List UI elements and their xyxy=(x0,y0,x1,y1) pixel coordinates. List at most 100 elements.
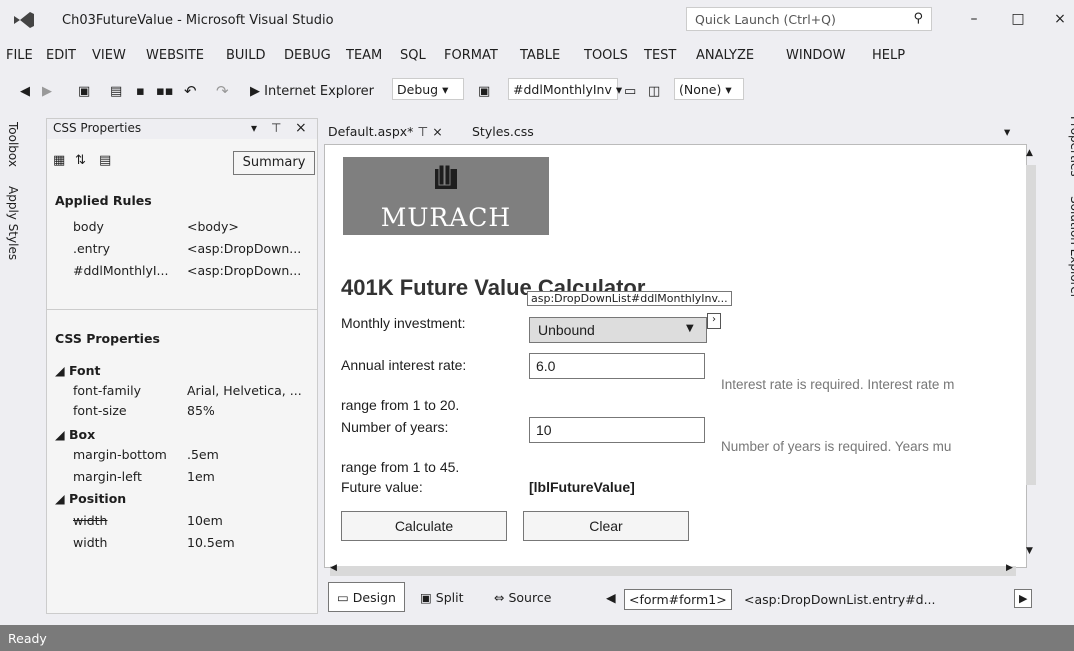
menu-format[interactable]: FORMAT xyxy=(444,48,498,63)
redo-icon[interactable]: ↷ xyxy=(216,82,229,100)
tab-default-aspx[interactable]: Default.aspx* ⊤ × xyxy=(328,124,443,139)
close-button[interactable]: × xyxy=(1046,8,1074,30)
horizontal-scrollbar[interactable] xyxy=(330,566,1016,576)
alphabetical-icon[interactable]: ⇅ xyxy=(75,153,86,168)
monthly-investment-dropdown[interactable]: Unbound ▼ xyxy=(529,317,707,343)
prop-value[interactable]: 10.5em xyxy=(187,535,235,550)
menu-edit[interactable]: EDIT xyxy=(46,48,76,63)
style-target-select[interactable]: (None) ▾ xyxy=(674,78,744,100)
prop-value[interactable]: 85% xyxy=(187,403,215,418)
vertical-scrollbar[interactable] xyxy=(1026,165,1036,485)
solution-explorer-tab[interactable]: Solution Explorer xyxy=(1050,196,1074,299)
minimize-button[interactable]: – xyxy=(960,8,988,30)
save-all-icon[interactable]: ▪▪ xyxy=(156,84,174,99)
prop-name[interactable]: font-family xyxy=(73,383,141,398)
prop-value[interactable]: Arial, Helvetica, ... xyxy=(187,383,302,398)
box-group-header[interactable]: ◢ Box xyxy=(55,427,95,442)
summary-button[interactable]: Summary xyxy=(233,151,315,175)
pin-icon[interactable]: ⊤ xyxy=(271,121,281,135)
menu-debug[interactable]: DEBUG xyxy=(284,48,331,63)
menu-website[interactable]: WEBSITE xyxy=(146,48,204,63)
open-file-icon[interactable]: ▤ xyxy=(110,84,122,99)
maximize-button[interactable]: □ xyxy=(1004,8,1032,30)
rule-selector[interactable]: #ddlMonthlyI... xyxy=(73,263,168,278)
config-select[interactable]: Debug ▾ xyxy=(392,78,464,100)
target-selector-select[interactable]: #ddlMonthlyInv ▾ xyxy=(508,78,622,100)
menu-test[interactable]: TEST xyxy=(644,48,676,63)
categorized-icon[interactable]: ▦ xyxy=(53,153,65,168)
prop-name[interactable]: font-size xyxy=(73,403,127,418)
rule-element[interactable]: <body> xyxy=(187,219,239,234)
properties-tab[interactable]: Properties xyxy=(1050,116,1074,177)
design-view-button[interactable]: ▭ Design xyxy=(328,582,405,612)
menu-help[interactable]: HELP xyxy=(872,48,905,63)
font-group-header[interactable]: ◢ Font xyxy=(55,363,100,378)
book-icon xyxy=(435,165,457,189)
back-icon[interactable]: ◀ xyxy=(20,84,30,99)
split-view-button[interactable]: ▣ Split xyxy=(420,590,464,605)
quick-launch-input[interactable]: Quick Launch (Ctrl+Q) ⚲ xyxy=(686,7,932,31)
new-file-icon[interactable]: ▣ xyxy=(78,84,90,99)
collapse-icon[interactable]: ◢ xyxy=(55,427,69,442)
tab-overflow-icon[interactable]: ▾ xyxy=(1004,124,1010,139)
scroll-right-icon[interactable]: ▶ xyxy=(1006,563,1013,573)
position-group-header[interactable]: ◢ Position xyxy=(55,491,126,506)
search-icon[interactable]: ⚲ xyxy=(913,11,923,26)
menu-team[interactable]: TEAM xyxy=(346,48,382,63)
prop-name[interactable]: margin-left xyxy=(73,469,142,484)
prop-name-overridden[interactable]: width xyxy=(73,513,107,528)
breadcrumb-left-icon[interactable]: ◀ xyxy=(606,590,616,605)
format-icon[interactable]: ▭ xyxy=(624,84,636,99)
status-bar: Ready xyxy=(0,625,1074,651)
smart-tag-icon[interactable]: › xyxy=(707,313,721,329)
pin-icon[interactable]: ⊤ xyxy=(417,124,428,139)
menu-window[interactable]: WINDOW xyxy=(786,48,846,63)
position-icon[interactable]: ◫ xyxy=(648,84,660,99)
prop-name[interactable]: margin-bottom xyxy=(73,447,167,462)
scroll-up-icon[interactable]: ▲ xyxy=(1026,148,1033,158)
interest-rate-input[interactable]: 6.0 xyxy=(529,353,705,379)
calculate-button[interactable]: Calculate xyxy=(341,511,507,541)
property-pages-icon[interactable]: ▤ xyxy=(99,153,111,168)
prop-value[interactable]: 1em xyxy=(187,469,215,484)
breadcrumb-right-icon[interactable]: ▶ xyxy=(1014,589,1033,608)
dropdown-arrow-icon[interactable]: ▼ xyxy=(686,323,694,334)
menu-view[interactable]: VIEW xyxy=(92,48,126,63)
rule-element[interactable]: <asp:DropDown... xyxy=(187,263,301,278)
prop-name[interactable]: width xyxy=(73,535,107,550)
collapse-icon[interactable]: ◢ xyxy=(55,491,69,506)
config-select-value: Debug xyxy=(397,82,439,97)
style-icon[interactable]: ▣ xyxy=(478,84,490,99)
prop-value[interactable]: .5em xyxy=(187,447,219,462)
rule-selector[interactable]: .entry xyxy=(73,241,110,256)
menu-sql[interactable]: SQL xyxy=(400,48,426,63)
toolbox-tab[interactable]: Toolbox xyxy=(0,122,20,167)
scroll-left-icon[interactable]: ◀ xyxy=(330,563,337,573)
save-icon[interactable]: ▪ xyxy=(136,84,145,99)
close-tab-icon[interactable]: × xyxy=(432,124,442,139)
scroll-down-icon[interactable]: ▼ xyxy=(1026,546,1033,556)
years-input[interactable]: 10 xyxy=(529,417,705,443)
menu-tools[interactable]: TOOLS xyxy=(584,48,628,63)
undo-icon[interactable]: ↶ xyxy=(184,82,197,100)
breadcrumb-form[interactable]: <form#form1> xyxy=(624,589,732,610)
menu-analyze[interactable]: ANALYZE xyxy=(696,48,754,63)
rule-element[interactable]: <asp:DropDown... xyxy=(187,241,301,256)
menu-build[interactable]: BUILD xyxy=(226,48,266,63)
apply-styles-tab[interactable]: Apply Styles xyxy=(0,186,20,260)
breadcrumb-dropdown[interactable]: <asp:DropDownList.entry#d... xyxy=(744,592,936,607)
dropdown-icon[interactable]: ▾ xyxy=(251,121,257,135)
design-surface: MURACH 401K Future Value Calculator asp:… xyxy=(324,144,1027,568)
run-browser-button[interactable]: ▶ Internet Explorer xyxy=(250,84,374,99)
forward-icon[interactable]: ▶ xyxy=(42,84,52,99)
prop-value[interactable]: 10em xyxy=(187,513,223,528)
tab-styles-css[interactable]: Styles.css xyxy=(472,124,534,139)
murach-logo: MURACH xyxy=(343,157,549,235)
source-view-button[interactable]: ⇔ Source xyxy=(494,590,551,605)
rule-selector[interactable]: body xyxy=(73,219,104,234)
close-panel-icon[interactable]: × xyxy=(295,120,307,136)
clear-button[interactable]: Clear xyxy=(523,511,689,541)
menu-table[interactable]: TABLE xyxy=(520,48,560,63)
menu-file[interactable]: FILE xyxy=(6,48,33,63)
collapse-icon[interactable]: ◢ xyxy=(55,363,69,378)
